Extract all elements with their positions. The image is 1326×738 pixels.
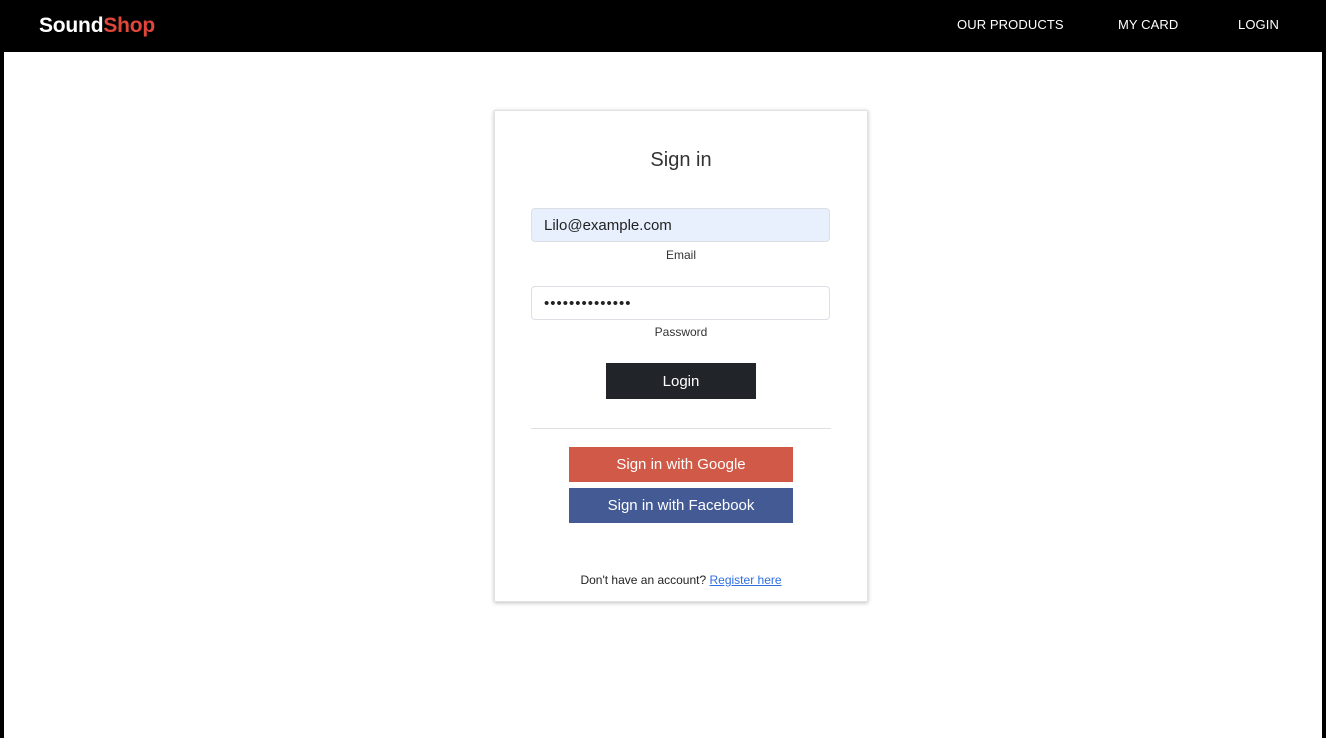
main-content: Sign in Email Password Login Sign in wit… <box>4 52 1322 738</box>
nav-link-my-card[interactable]: MY CARD <box>1118 17 1178 33</box>
register-prompt-text: Don't have an account? <box>580 573 707 587</box>
password-input[interactable] <box>531 286 830 320</box>
signin-title: Sign in <box>650 149 712 171</box>
app-frame: SoundShop OUR PRODUCTS MY CARD LOGIN Sig… <box>0 0 1326 738</box>
brand-text-sound: Sound <box>39 14 104 37</box>
email-label: Email <box>665 248 696 262</box>
email-input[interactable] <box>531 208 830 242</box>
navbar: SoundShop OUR PRODUCTS MY CARD LOGIN <box>0 0 1326 52</box>
nav-link-our-products[interactable]: OUR PRODUCTS <box>957 17 1064 33</box>
brand-text-shop: Shop <box>103 14 156 37</box>
password-label: Password <box>654 325 708 339</box>
brand-logo[interactable]: SoundShop <box>39 13 155 39</box>
register-prompt: Don't have an account? Register here <box>495 573 867 587</box>
divider <box>531 428 831 429</box>
signin-card: Sign in Email Password Login Sign in wit… <box>494 110 868 602</box>
facebook-signin-button[interactable]: Sign in with Facebook <box>569 488 793 523</box>
register-link[interactable]: Register here <box>710 573 782 587</box>
login-button[interactable]: Login <box>606 363 756 399</box>
nav-link-login[interactable]: LOGIN <box>1238 17 1279 33</box>
google-signin-button[interactable]: Sign in with Google <box>569 447 793 482</box>
